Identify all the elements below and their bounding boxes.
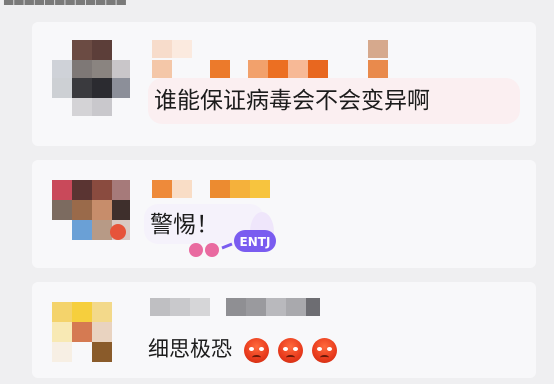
blur-block: [288, 60, 308, 78]
avatar-pixel: [72, 60, 92, 78]
blur-block: [268, 60, 288, 78]
cutoff-text-blur: ▆▆▆▆▆▆▆▆▆▆▆▆: [4, 0, 127, 5]
blur-block: [266, 298, 286, 316]
avatar[interactable]: [52, 40, 130, 116]
blur-block: [368, 60, 388, 78]
blur-block: [368, 40, 388, 58]
avatar-pixel: [52, 78, 72, 98]
sticker-label: ENTJ: [240, 235, 271, 249]
avatar-pixel: [52, 342, 72, 362]
avatar-pixel: [72, 98, 92, 116]
top-cutoff-strip: ▆▆▆▆▆▆▆▆▆▆▆▆: [0, 0, 554, 12]
avatar-pixel: [52, 322, 72, 342]
blur-block: [306, 298, 320, 316]
username-blurred[interactable]: [152, 180, 292, 200]
avatar-pixel: [92, 220, 112, 240]
avatar-pixel: [52, 180, 72, 200]
blur-block: [150, 298, 170, 316]
blur-block: [210, 60, 230, 78]
comment-text: 谁能保证病毒会不会变异啊: [154, 88, 430, 114]
avatar-pixel: [52, 200, 72, 220]
avatar-pixel: [112, 180, 130, 200]
blur-block: [190, 298, 210, 316]
avatar-pixel: [72, 220, 92, 240]
blur-block: [172, 40, 192, 58]
entj-sticker-icon: ENTJ: [189, 212, 276, 257]
blur-block: [308, 60, 328, 78]
blur-block: [250, 180, 270, 198]
avatar-pixel: [92, 322, 112, 342]
blur-block: [152, 40, 172, 58]
avatar-pixel: [92, 302, 112, 322]
avatar-pixel: [52, 60, 72, 78]
blur-block: [172, 180, 192, 198]
avatar-pixel: [72, 40, 92, 60]
username-blurred[interactable]: [150, 298, 320, 320]
avatar-pixel: [72, 200, 92, 220]
avatar[interactable]: [52, 302, 112, 362]
angry-face-emoji-icon: [244, 338, 269, 363]
avatar-pixel: [92, 98, 112, 116]
blur-block: [286, 298, 306, 316]
blur-block: [226, 298, 246, 316]
username-blurred[interactable]: [152, 40, 392, 80]
avatar-pixel: [112, 78, 130, 98]
comment-card-3[interactable]: 细思极恐: [32, 282, 536, 378]
comment-text: 细思极恐: [148, 337, 232, 361]
blur-block: [248, 60, 268, 78]
angry-face-emoji-icon: [278, 338, 303, 363]
avatar-pixel: [72, 78, 92, 98]
blur-block: [230, 180, 250, 198]
avatar-pixel: [52, 302, 72, 322]
angry-face-emoji-icon: [312, 338, 337, 363]
avatar-pixel: [72, 180, 92, 200]
avatar-pixel: [92, 180, 112, 200]
avatar-pixel: [112, 200, 130, 220]
avatar-pixel: [72, 322, 92, 342]
avatar-pixel: [92, 200, 112, 220]
vip-badge-icon: [110, 224, 126, 240]
avatar-pixel: [92, 78, 112, 98]
blur-block: [152, 60, 172, 78]
blur-block: [152, 180, 172, 198]
blur-block: [210, 180, 230, 198]
avatar-pixel: [92, 40, 112, 60]
comment-card-1[interactable]: 谁能保证病毒会不会变异啊: [32, 22, 536, 146]
blur-block: [170, 298, 190, 316]
avatar-pixel: [72, 302, 92, 322]
avatar-pixel: [92, 342, 112, 362]
blur-block: [246, 298, 266, 316]
avatar-pixel: [112, 60, 130, 78]
avatar-pixel: [92, 60, 112, 78]
comment-card-2[interactable]: 警惕！ ENTJ: [32, 160, 536, 268]
